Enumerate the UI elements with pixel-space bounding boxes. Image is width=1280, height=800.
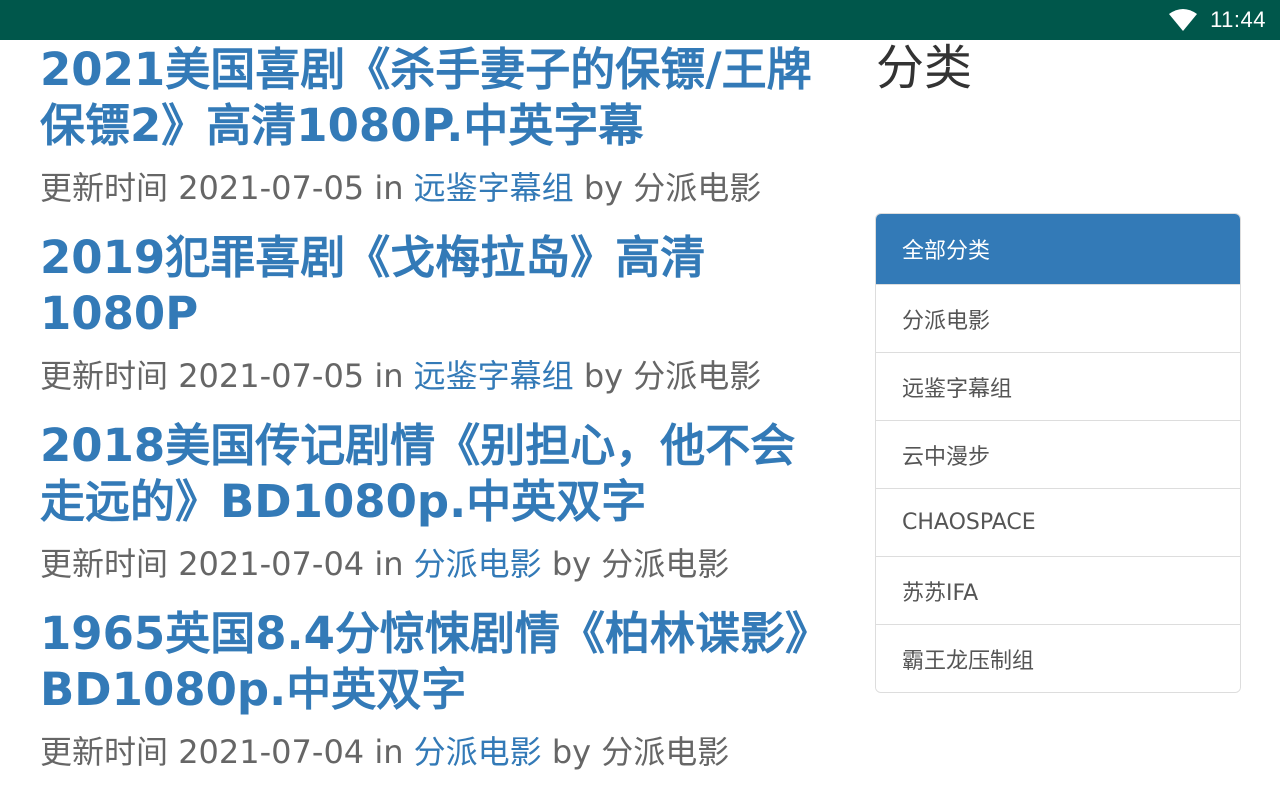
post-category-link[interactable]: 远鉴字幕组 (414, 357, 574, 395)
category-item[interactable]: 远鉴字幕组 (876, 352, 1240, 420)
post-author: 分派电影 (633, 357, 762, 395)
post-item: 2019犯罪喜剧《戈梅拉岛》高清1080P 更新时间 2021-07-05 in… (40, 230, 830, 398)
date-label: 更新时间 (40, 733, 169, 771)
post-category-link[interactable]: 分派电影 (414, 733, 542, 771)
date-label: 更新时间 (40, 169, 169, 207)
status-icons: 11:44 (1168, 0, 1266, 40)
sidebar: 分类 全部分类 分派电影 远鉴字幕组 云中漫步 CHAOSPACE 苏苏IFA … (875, 40, 1241, 693)
in-word: in (374, 357, 404, 395)
by-word: by (583, 169, 624, 207)
post-author: 分派电影 (633, 169, 762, 207)
category-item[interactable]: CHAOSPACE (876, 488, 1240, 556)
post-title-link[interactable]: 2018美国传记剧情《别担心，他不会走远的》BD1080p.中英双字 (40, 418, 830, 530)
in-word: in (374, 733, 404, 771)
post-list: 2021美国喜剧《杀手妻子的保镖/王牌保镖2》高清1080P.中英字幕 更新时间… (40, 40, 830, 800)
category-list: 全部分类 分派电影 远鉴字幕组 云中漫步 CHAOSPACE 苏苏IFA 霸王龙… (875, 213, 1241, 693)
post-meta: 更新时间 2021-07-05 in 远鉴字幕组 by 分派电影 (40, 354, 830, 398)
clock: 11:44 (1210, 7, 1266, 32)
sidebar-heading: 分类 (876, 40, 973, 96)
post-date: 2021-07-04 (178, 733, 365, 771)
date-label: 更新时间 (40, 357, 169, 395)
post-meta: 更新时间 2021-07-04 in 分派电影 by 分派电影 (40, 542, 830, 586)
post-meta: 更新时间 2021-07-05 in 远鉴字幕组 by 分派电影 (40, 166, 830, 210)
post-title-link[interactable]: 2019犯罪喜剧《戈梅拉岛》高清1080P (40, 230, 830, 342)
post-item: 1965英国8.4分惊悚剧情《柏林谍影》BD1080p.中英双字 更新时间 20… (40, 606, 830, 774)
wifi-icon (1169, 9, 1198, 31)
post-date: 2021-07-04 (178, 545, 365, 583)
post-meta: 更新时间 2021-07-04 in 分派电影 by 分派电影 (40, 730, 830, 774)
post-title-link[interactable]: 2021美国喜剧《杀手妻子的保镖/王牌保镖2》高清1080P.中英字幕 (40, 42, 830, 154)
post-date: 2021-07-05 (178, 357, 365, 395)
category-item-all[interactable]: 全部分类 (876, 214, 1240, 284)
category-item[interactable]: 霸王龙压制组 (876, 624, 1240, 692)
date-label: 更新时间 (40, 545, 169, 583)
by-word: by (583, 357, 624, 395)
post-item: 2018美国传记剧情《别担心，他不会走远的》BD1080p.中英双字 更新时间 … (40, 418, 830, 586)
post-author: 分派电影 (601, 733, 730, 771)
category-item[interactable]: 苏苏IFA (876, 556, 1240, 624)
post-date: 2021-07-05 (178, 169, 365, 207)
post-category-link[interactable]: 远鉴字幕组 (414, 169, 574, 207)
by-word: by (551, 733, 592, 771)
status-bar: 11:44 (0, 0, 1280, 40)
by-word: by (551, 545, 592, 583)
post-category-link[interactable]: 分派电影 (414, 545, 542, 583)
post-author: 分派电影 (601, 545, 730, 583)
category-item[interactable]: 云中漫步 (876, 420, 1240, 488)
post-title-link[interactable]: 1965英国8.4分惊悚剧情《柏林谍影》BD1080p.中英双字 (40, 606, 830, 718)
post-item: 2021美国喜剧《杀手妻子的保镖/王牌保镖2》高清1080P.中英字幕 更新时间… (40, 42, 830, 210)
in-word: in (374, 545, 404, 583)
in-word: in (374, 169, 404, 207)
category-item[interactable]: 分派电影 (876, 284, 1240, 352)
